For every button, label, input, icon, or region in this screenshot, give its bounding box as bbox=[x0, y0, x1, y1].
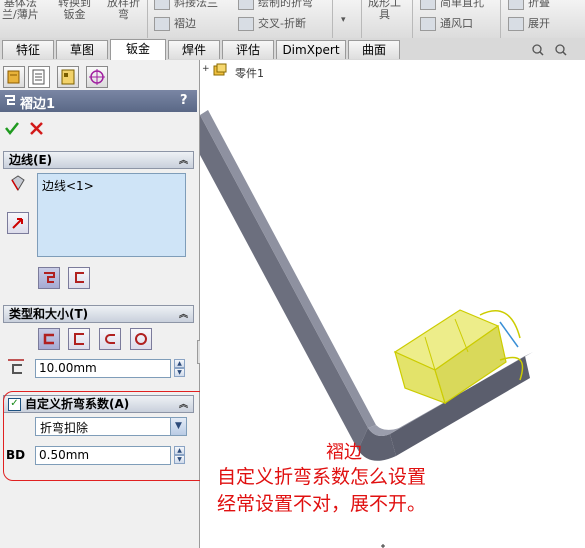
material-inside-icon bbox=[44, 272, 55, 283]
feature-title: 褶边1 bbox=[20, 97, 56, 112]
hem-length-field[interactable]: 10.00mm bbox=[35, 359, 171, 378]
hem-icon bbox=[154, 17, 170, 31]
ribbon-base-flange-button[interactable]: 基体法 兰/薄片 bbox=[2, 0, 39, 21]
miter-flange-icon bbox=[154, 0, 170, 10]
tab-surfaces[interactable]: 曲面 bbox=[348, 40, 400, 59]
collapse-chevron-icon[interactable]: ︽ bbox=[179, 153, 188, 169]
command-ribbon: 基体法 兰/薄片 转换到 钣金 放样折 弯 斜接法兰 褶边 绘制的折弯 交叉-折… bbox=[0, 0, 585, 39]
reverse-direction-icon bbox=[12, 218, 23, 229]
feature-manager-tab[interactable] bbox=[3, 66, 25, 88]
ribbon-separator bbox=[361, 0, 362, 38]
ribbon-lofted-bend-button[interactable]: 放样折 弯 bbox=[107, 0, 140, 21]
property-manager-tab[interactable] bbox=[28, 66, 50, 88]
bend-outside-button[interactable] bbox=[68, 267, 90, 289]
edges-group-title: 边线(E) bbox=[9, 153, 53, 167]
ribbon-sketched-bend-button[interactable]: 绘制的折弯 bbox=[258, 0, 313, 9]
edges-selection-list[interactable]: 边线<1> bbox=[37, 173, 186, 257]
reverse-direction-button[interactable] bbox=[7, 212, 29, 234]
command-manager-tabs: 特征 草图 钣金 焊件 评估 DimXpert 曲面 bbox=[0, 38, 585, 61]
annotation-title: 褶边 bbox=[326, 442, 362, 463]
hem-tear-drop-button[interactable] bbox=[99, 328, 121, 350]
length-icon bbox=[8, 359, 24, 374]
tab-features[interactable]: 特征 bbox=[2, 40, 54, 59]
simple-hole-icon bbox=[420, 0, 436, 10]
type-size-group-header[interactable]: 类型和大小(T) ︽ bbox=[3, 305, 194, 323]
ribbon-simple-hole-button[interactable]: 简单直孔 bbox=[440, 0, 484, 9]
ribbon-unfold-button[interactable]: 展开 bbox=[528, 18, 550, 30]
ok-check-icon[interactable] bbox=[4, 120, 20, 136]
cross-break-icon bbox=[238, 17, 254, 31]
property-manager-icon bbox=[32, 69, 45, 85]
ribbon-hem-button[interactable]: 褶边 bbox=[174, 18, 196, 30]
hem-rolled-icon bbox=[135, 333, 147, 345]
tab-evaluate[interactable]: 评估 bbox=[222, 40, 274, 59]
ribbon-convert-to-sheetmetal-button[interactable]: 转换到 钣金 bbox=[58, 0, 91, 21]
help-button[interactable]: ? bbox=[180, 93, 188, 108]
feature-header: 褶边1 ? bbox=[0, 90, 197, 112]
ribbon-separator bbox=[147, 0, 148, 38]
feature-tree-icon bbox=[7, 70, 20, 84]
ribbon-cross-break-button[interactable]: 交叉-折断 bbox=[258, 18, 306, 30]
dimxpert-manager-tab[interactable] bbox=[86, 66, 108, 88]
hem-open-button[interactable] bbox=[68, 328, 90, 350]
hem-tear-drop-icon bbox=[105, 334, 115, 344]
annotation-line-2: 经常设置不对，展不开。 bbox=[217, 493, 427, 515]
ribbon-dropdown-arrow[interactable]: ▾ bbox=[341, 14, 346, 26]
configuration-manager-tab[interactable] bbox=[57, 66, 79, 88]
tab-sketch[interactable]: 草图 bbox=[56, 40, 108, 59]
annotation-line-1: 自定义折弯系数怎么设置 bbox=[217, 466, 427, 488]
ribbon-separator bbox=[332, 0, 333, 38]
length-spinner[interactable]: ▲ ▼ bbox=[174, 359, 185, 378]
configuration-icon bbox=[61, 69, 75, 85]
type-size-group-title: 类型和大小(T) bbox=[9, 307, 89, 321]
ribbon-vent-button[interactable]: 通风口 bbox=[440, 18, 473, 30]
unfold-icon bbox=[508, 17, 524, 31]
list-item[interactable]: 边线<1> bbox=[42, 177, 94, 194]
tab-dimxpert[interactable]: DimXpert bbox=[276, 40, 346, 59]
tab-weldments[interactable]: 焊件 bbox=[168, 40, 220, 59]
material-inside-button[interactable] bbox=[38, 267, 60, 289]
hem-closed-button[interactable] bbox=[38, 328, 60, 350]
view-tools-icon[interactable] bbox=[530, 41, 580, 57]
edges-group-header[interactable]: 边线(E) ︽ bbox=[3, 151, 194, 169]
ribbon-fold-button[interactable]: 折叠 bbox=[528, 0, 550, 9]
hem-closed-icon bbox=[43, 333, 54, 345]
ribbon-miter-flange-button[interactable]: 斜接法兰 bbox=[174, 0, 218, 9]
bend-outside-icon bbox=[75, 272, 84, 283]
ribbon-separator bbox=[412, 0, 413, 38]
tab-sheet-metal[interactable]: 钣金 bbox=[110, 39, 166, 60]
edge-selection-icon bbox=[11, 175, 25, 191]
sketched-bend-icon bbox=[238, 0, 254, 10]
fold-icon bbox=[508, 0, 524, 10]
hem-rolled-button[interactable] bbox=[130, 328, 152, 350]
collapse-chevron-icon[interactable]: ︽ bbox=[179, 307, 188, 323]
cancel-x-icon[interactable] bbox=[29, 121, 44, 136]
crosshair-icon bbox=[89, 69, 105, 85]
hem-feature-icon bbox=[5, 95, 15, 105]
hem-open-icon bbox=[74, 333, 84, 345]
ribbon-forming-tool-button[interactable]: 成形工 具 bbox=[368, 0, 401, 21]
ribbon-separator bbox=[500, 0, 501, 38]
highlight-outline bbox=[3, 391, 210, 481]
vent-icon bbox=[420, 17, 436, 31]
